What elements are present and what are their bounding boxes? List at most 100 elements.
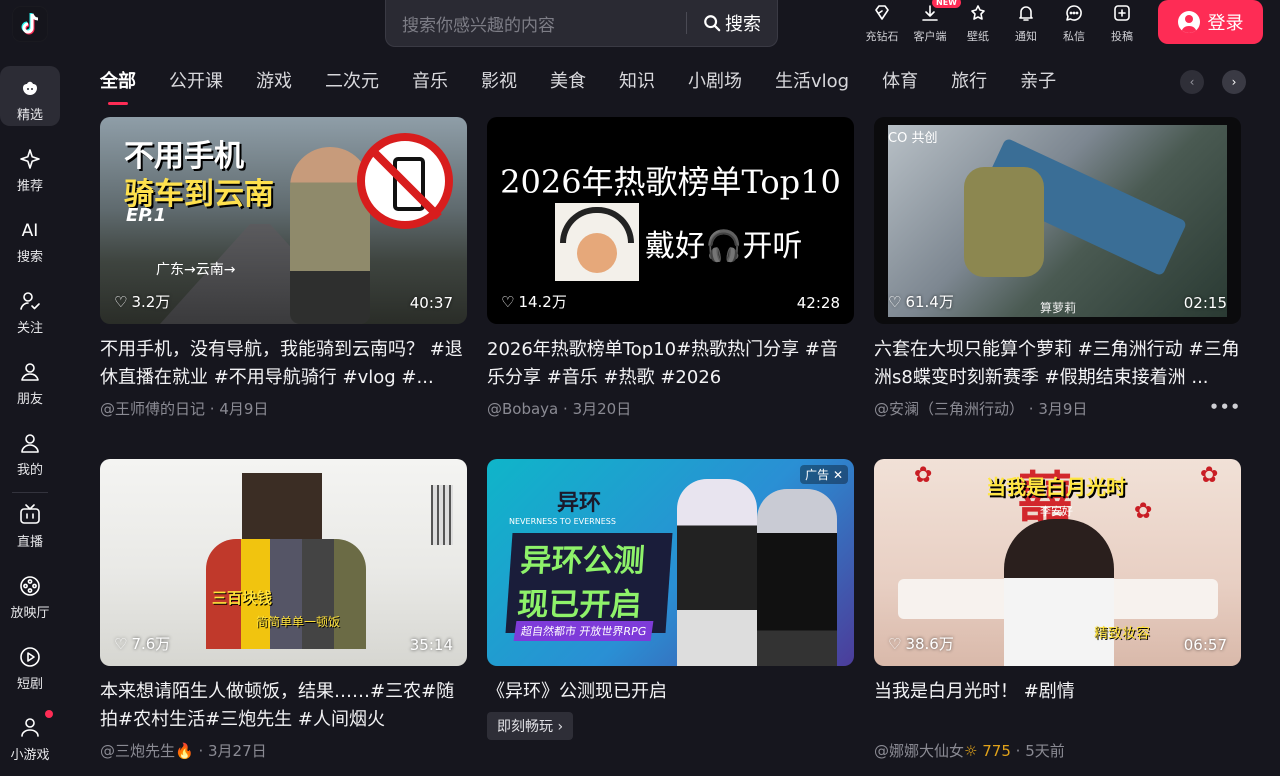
video-thumbnail[interactable]: CO 共创 算萝莉 ♡ 61.4万 02:15 [874, 117, 1241, 324]
tab-anime[interactable]: 二次元 [325, 66, 379, 106]
co-creation-tag: CO 共创 [888, 131, 938, 146]
ad-close-tag[interactable]: 广告 ✕ [800, 465, 848, 484]
video-thumbnail[interactable]: 囍 ✿ ✿ ✿ 当我是白月光时 李安好 精致妆容 ♡ 38.6万 06:57 [874, 459, 1241, 666]
sidebar-item-short-drama[interactable]: 短剧 [0, 635, 60, 706]
tool-label: 通知 [1015, 30, 1037, 43]
ad-thumbnail[interactable]: 异环 NEVERNESS TO EVERNESS 异环公测 现已开启 超自然都市 … [487, 459, 854, 666]
bell-icon [1019, 6, 1033, 21]
likes-value: 38.6万 [905, 635, 954, 653]
ad-card[interactable]: 异环 NEVERNESS TO EVERNESS 异环公测 现已开启 超自然都市 … [487, 459, 854, 740]
tab-life-vlog[interactable]: 生活vlog [775, 66, 849, 106]
video-title[interactable]: 2026年热歌榜单Top10#热歌热门分享 #音乐分享 #音乐 #热歌 #202… [487, 336, 854, 392]
thumbnail-text: 2026年热歌榜单Top10 [500, 163, 841, 201]
heart-icon: ♡ [888, 634, 902, 653]
sidebar-item-label: 精选 [16, 108, 43, 123]
heart-icon: ♡ [114, 634, 128, 653]
sidebar-item-label: 短剧 [16, 677, 43, 692]
sidebar-item-mini-games[interactable]: 小游戏 [0, 706, 60, 776]
tool-messages[interactable]: 私信 [1050, 0, 1098, 47]
post-date: 3月27日 [208, 742, 267, 760]
heart-icon: ♡ [501, 292, 515, 311]
sidebar-item-ai-search[interactable]: AI 搜索 [0, 208, 60, 279]
tab-film[interactable]: 影视 [481, 66, 517, 106]
video-card[interactable]: 不用手机 骑车到云南 EP.1 广东→云南→ ♡ 3.2万 40:37 不用手机，… [100, 117, 467, 419]
tab-mini-theater[interactable]: 小剧场 [688, 66, 742, 106]
video-duration: 40:37 [409, 294, 453, 312]
tabs-next-button[interactable]: › [1222, 70, 1246, 94]
heart-icon: ♡ [114, 292, 128, 311]
tab-open-course[interactable]: 公开课 [169, 66, 223, 106]
author-name[interactable]: @娜娜大仙女 [874, 742, 964, 760]
sidebar-item-recommend[interactable]: 推荐 [0, 137, 60, 208]
author-name[interactable]: @Bobaya [487, 400, 558, 418]
tab-food[interactable]: 美食 [550, 66, 586, 106]
search-input[interactable]: 搜索你感兴趣的内容 [386, 11, 686, 36]
video-title[interactable]: 六套在大坝只能算个萝莉 #三角洲行动 #三角洲s8蝶变时刻新赛季 #假期结束接着… [874, 336, 1241, 392]
heart-icon: ♡ [888, 292, 902, 311]
post-date: 3月9日 [1038, 400, 1088, 418]
video-card[interactable]: 2026年热歌榜单Top10 戴好🎧开听 ♡ 14.2万 42:28 2026年热… [487, 117, 854, 419]
tab-sports[interactable]: 体育 [882, 66, 918, 106]
film-reel-icon [20, 576, 40, 596]
ad-title[interactable]: 《异环》公测现已开启 [487, 678, 854, 706]
tool-upload[interactable]: 投稿 [1098, 0, 1146, 47]
decoration-flower-icon: ✿ [1200, 463, 1219, 488]
tab-games[interactable]: 游戏 [256, 66, 292, 106]
tab-parenting[interactable]: 亲子 [1020, 66, 1056, 106]
sidebar-item-friends[interactable]: 朋友 [0, 350, 60, 421]
author-name[interactable]: @王师傅的日记 [100, 400, 205, 418]
upload-icon [1114, 5, 1130, 21]
login-button[interactable]: 登录 [1158, 0, 1263, 44]
video-thumbnail[interactable]: 不用手机 骑车到云南 EP.1 广东→云南→ ♡ 3.2万 40:37 [100, 117, 467, 324]
thumbnail-text: 戴好🎧开听 [645, 229, 803, 264]
tool-client[interactable]: NEW 客户端 [906, 0, 961, 47]
sidebar-item-live[interactable]: 直播 [0, 493, 60, 564]
author-badge-icon: 🔥 [175, 742, 194, 760]
tool-label: 投稿 [1111, 30, 1133, 43]
short-drama-icon [20, 647, 40, 667]
game-icon [21, 718, 39, 737]
tab-knowledge[interactable]: 知识 [619, 66, 655, 106]
thumbnail-text: NEVERNESS TO EVERNESS [509, 517, 616, 526]
video-card[interactable]: 三百块钱 简简单单一顿饭 ♡ 7.6万 35:14 本来想请陌生人做顿饭，结果……… [100, 459, 467, 761]
author-name[interactable]: @安澜（三角洲行动） [874, 400, 1024, 418]
ad-play-button[interactable]: 即刻畅玩 › [487, 712, 574, 740]
video-card[interactable]: 囍 ✿ ✿ ✿ 当我是白月光时 李安好 精致妆容 ♡ 38.6万 06:57 当我… [874, 459, 1241, 761]
tool-notifications[interactable]: 通知 [1002, 0, 1050, 47]
follow-icon [20, 292, 40, 310]
thumbnail-text: 算萝莉 [1040, 301, 1077, 315]
video-thumbnail[interactable]: 2026年热歌榜单Top10 戴好🎧开听 ♡ 14.2万 42:28 [487, 117, 854, 324]
thumbnail-text: 广东→云南→ [156, 262, 236, 278]
video-thumbnail[interactable]: 三百块钱 简简单单一顿饭 ♡ 7.6万 35:14 [100, 459, 467, 666]
thumbnail-person [1004, 519, 1114, 666]
sidebar-item-featured[interactable]: 精选 [0, 66, 60, 137]
search-button[interactable]: 搜索 [687, 10, 777, 36]
video-title[interactable]: 本来想请陌生人做顿饭，结果……#三农#随拍#农村生活#三炮先生 #人间烟火 [100, 678, 467, 734]
sidebar-item-cinema[interactable]: 放映厅 [0, 564, 60, 635]
likes-count: ♡ 3.2万 [114, 291, 170, 312]
likes-count: ♡ 7.6万 [114, 633, 170, 654]
video-meta: @Bobaya · 3月20日 [487, 400, 632, 418]
tab-travel[interactable]: 旅行 [951, 66, 987, 106]
sidebar-item-me[interactable]: 我的 [0, 421, 60, 492]
video-title[interactable]: 当我是白月光时！ #剧情 [874, 678, 1241, 734]
sidebar-item-label: 推荐 [16, 179, 43, 194]
tool-wallpaper[interactable]: 壁纸 [954, 0, 1002, 47]
likes-value: 7.6万 [131, 635, 171, 653]
video-title[interactable]: 不用手机，没有导航，我能骑到云南吗？ #退休直播在就业 #不用导航骑行 #vlo… [100, 336, 467, 392]
more-options-icon[interactable]: ••• [1209, 398, 1241, 419]
tool-label: 充钻石 [865, 30, 899, 43]
decoration-flower-icon: ✿ [1134, 499, 1153, 524]
sidebar-item-follow[interactable]: 关注 [0, 279, 60, 350]
author-name[interactable]: @三炮先生 [100, 742, 175, 760]
tool-recharge[interactable]: 充钻石 [858, 0, 906, 47]
tab-all[interactable]: 全部 [100, 66, 136, 106]
search-bar: 搜索你感兴趣的内容 搜索 [385, 0, 778, 47]
tab-music[interactable]: 音乐 [412, 66, 448, 106]
video-meta: @安澜（三角洲行动） · 3月9日 ••• [874, 398, 1241, 419]
left-sidebar: 精选 推荐 AI 搜索 关注 朋友 我的 直播 放映厅 短剧 小游戏 [0, 66, 60, 776]
tabs-prev-button[interactable]: ‹ [1180, 70, 1204, 94]
post-date: 4月9日 [219, 400, 269, 418]
video-card[interactable]: CO 共创 算萝莉 ♡ 61.4万 02:15 六套在大坝只能算个萝莉 #三角洲行… [874, 117, 1241, 419]
douyin-logo[interactable] [12, 6, 48, 42]
